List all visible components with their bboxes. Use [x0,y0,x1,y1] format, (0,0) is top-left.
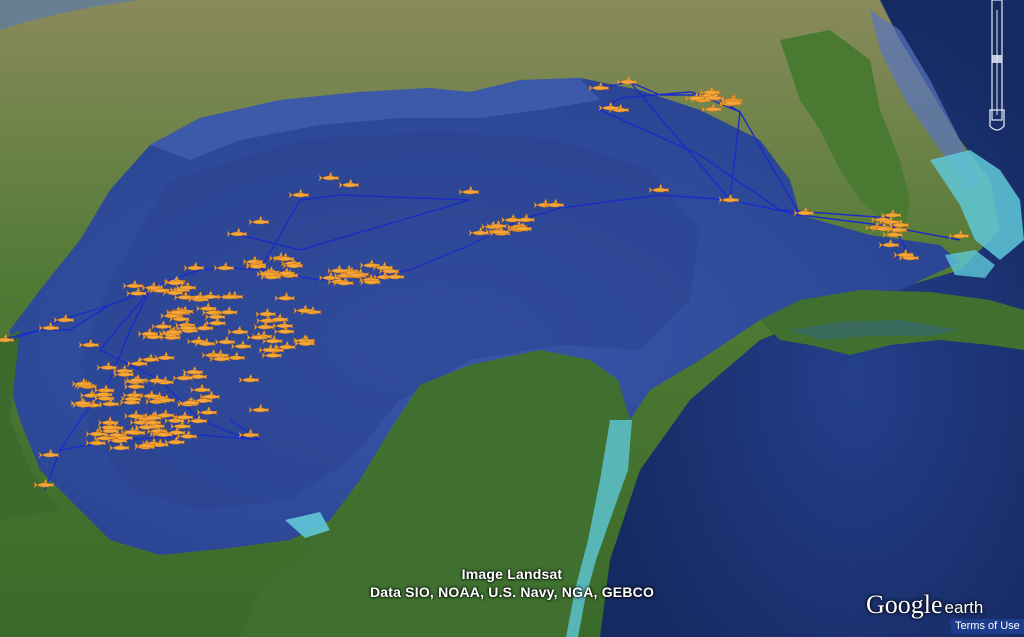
map-viewport[interactable]: Image Landsat Data SIO, NOAA, U.S. Navy,… [0,0,1024,637]
imagery-credit: Image Landsat [461,566,563,582]
zoom-slider-icon[interactable] [989,0,1005,131]
terms-of-use-link[interactable]: Terms of Use [951,619,1024,634]
logo-product: earth [944,598,984,617]
logo-brand: Google [866,590,943,619]
earth-map[interactable] [0,0,1024,637]
google-earth-logo: Google earth [866,590,983,620]
